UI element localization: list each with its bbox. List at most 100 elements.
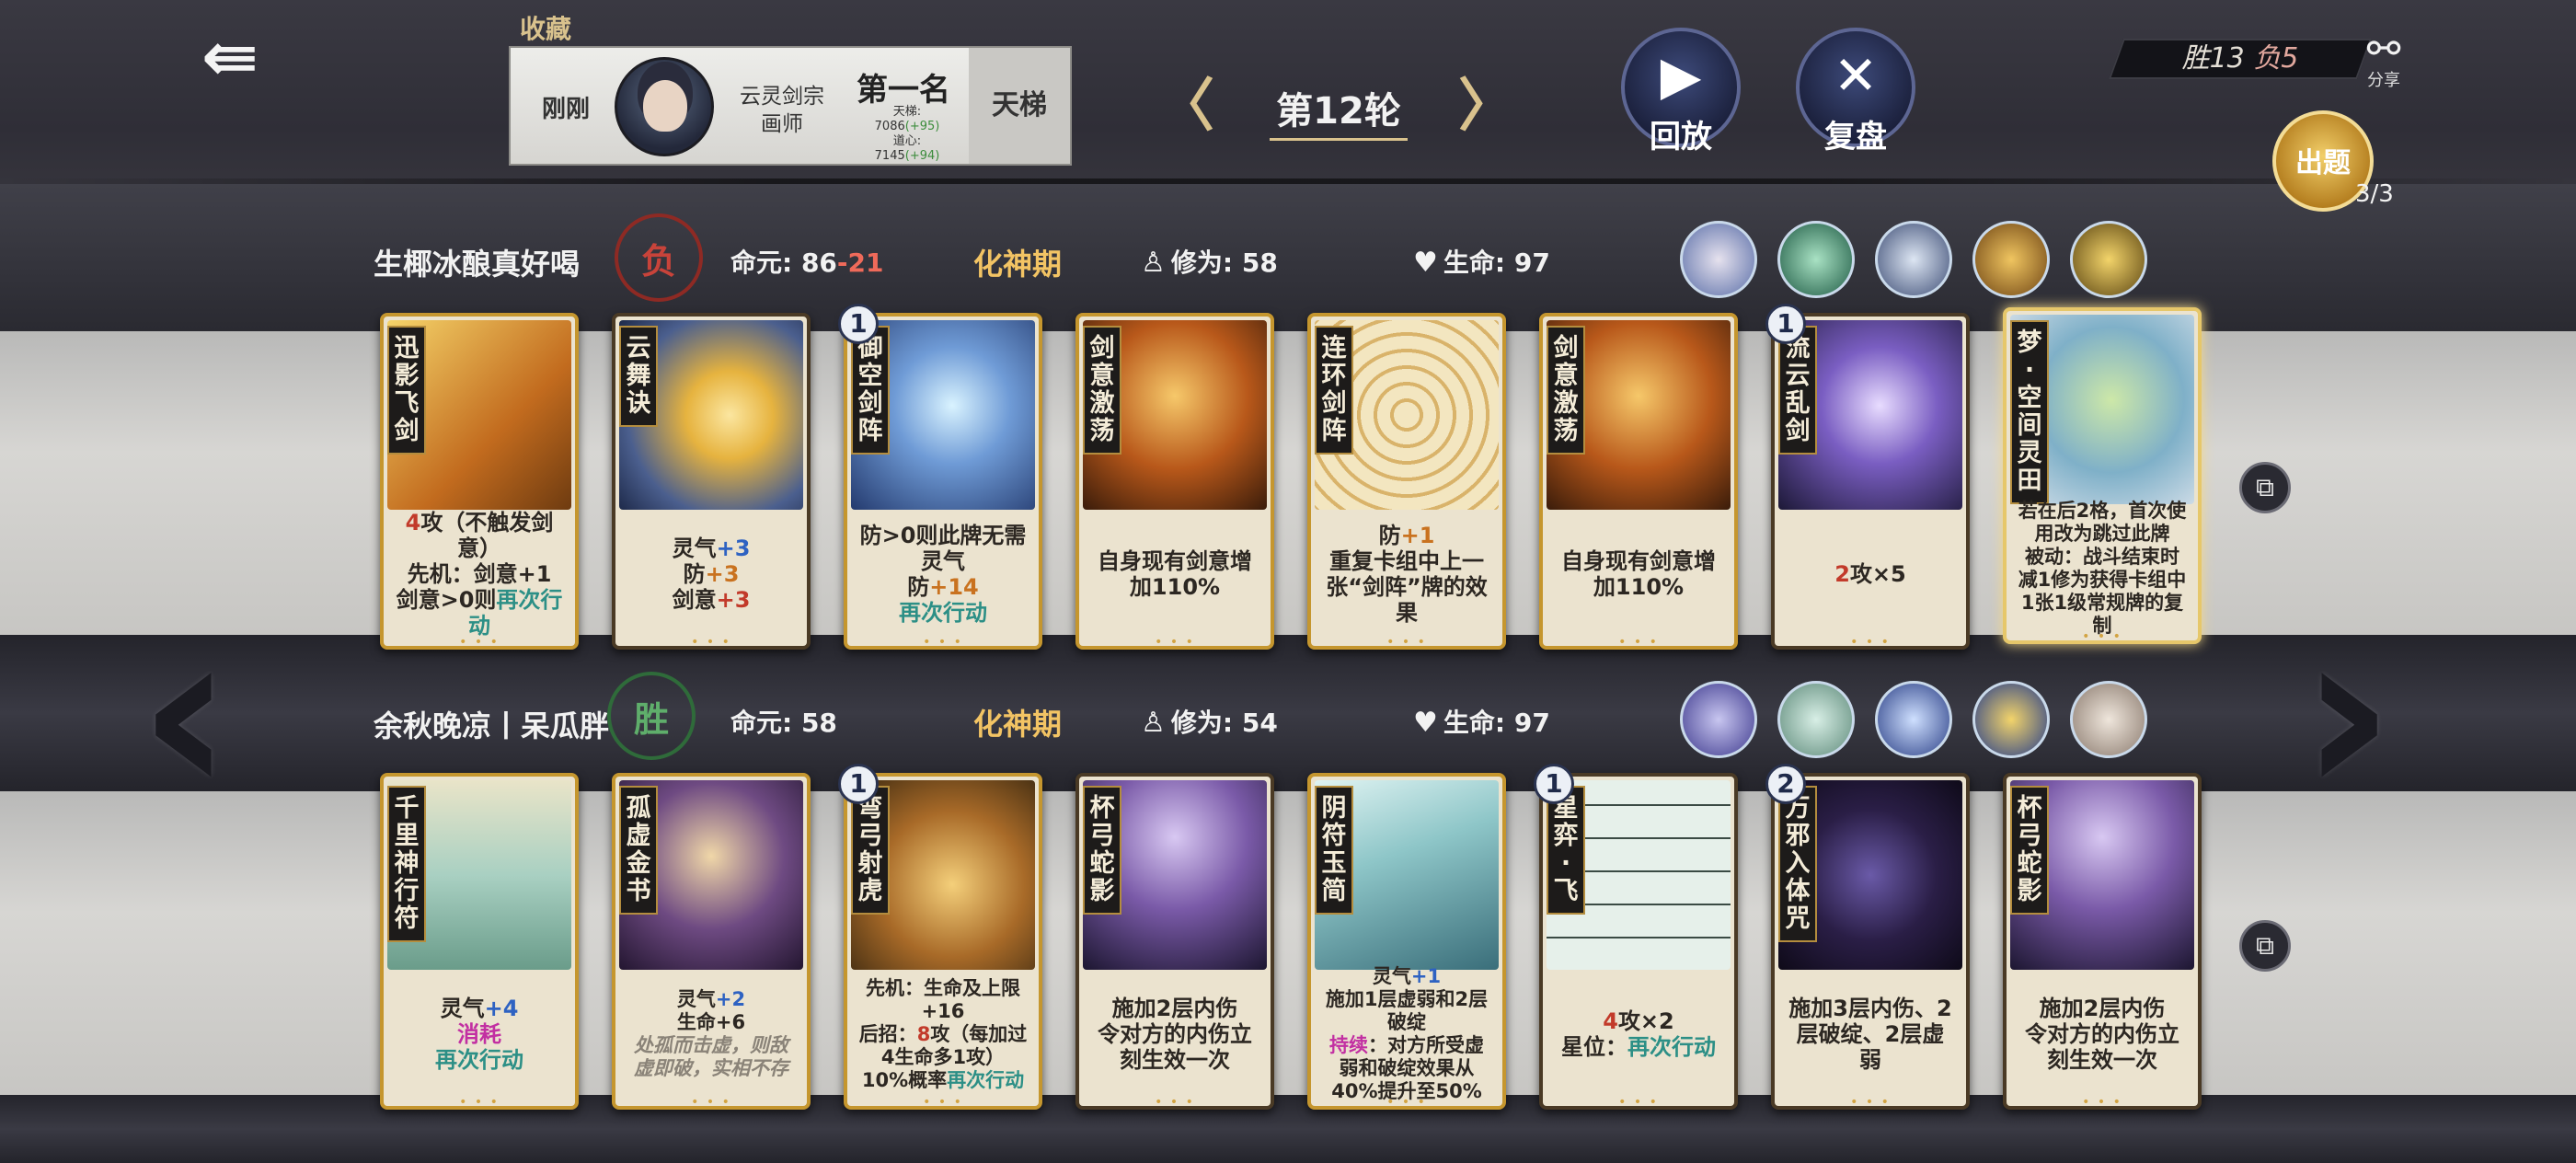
player-2-relic-scroll-icon[interactable] xyxy=(1680,681,1757,758)
card[interactable]: 弯弓射虎 先机：生命及上限+16 后招：8攻（每加过4生命多1攻） 10%概率再次行… xyxy=(838,764,1042,1110)
next-round-chevron-icon[interactable]: 〉 xyxy=(1458,77,1515,134)
card-description-segment: +3 xyxy=(716,535,751,561)
card-description: 4攻×2 星位：再次行动 xyxy=(1554,973,1723,1095)
prev-page-chevron-icon[interactable]: ‹ xyxy=(138,598,233,828)
mind-score-delta: (+94) xyxy=(904,149,940,163)
player-2-relic-portrait-icon[interactable] xyxy=(2070,681,2147,758)
card[interactable]: 星弈·飞 4攻×2 星位：再次行动 1 • • • xyxy=(1534,764,1738,1110)
ladder-score: 7086 xyxy=(874,120,905,133)
cultivation-label: 修为: xyxy=(1170,708,1234,738)
card[interactable]: 御空剑阵 防>0则此牌无需灵气 防+14 再次行动 1 • • • xyxy=(838,304,1042,650)
player-1-realm: 化神期 xyxy=(973,247,1063,282)
opponent-avatar[interactable] xyxy=(615,57,714,156)
card-description-segment: 再次行动 xyxy=(947,1068,1025,1091)
card-description-segment: +4 xyxy=(484,996,519,1021)
round-label: 第12轮 xyxy=(1270,81,1408,141)
card-name: 杯弓蛇影 xyxy=(2010,786,2049,915)
card[interactable]: 孤虚金书 灵气+2 生命+6 处孤而击虚，则敌虚即破，实相不存 • • • xyxy=(612,773,811,1110)
card-description-text: 施加2层内伤 令对方的内伤立刻生效一次 xyxy=(1090,996,1259,1073)
player-1-relic-portrait-icon[interactable] xyxy=(1875,221,1952,298)
card[interactable]: 杯弓蛇影 施加2层内伤 令对方的内伤立刻生效一次 • • • xyxy=(2003,773,2202,1110)
destiny-value: 58 xyxy=(800,708,837,738)
loss-count: 负5 xyxy=(2253,42,2299,75)
card-description-segment: 2 xyxy=(1834,561,1850,587)
card-rarity-dots: • • • xyxy=(1155,635,1195,650)
opponent-rank: 第一名 xyxy=(857,72,950,109)
card-rarity-dots: • • • xyxy=(923,1095,963,1110)
card-name: 星弈·飞 xyxy=(1547,786,1585,915)
back-arrow-icon[interactable]: ⇚ xyxy=(179,20,281,94)
player-1-relic-portrait-icon[interactable] xyxy=(1680,221,1757,298)
card-description-segment: 4 xyxy=(405,510,421,535)
card-description-segment: 消耗 xyxy=(457,1021,501,1047)
opponent-sect: 云灵剑宗 画师 xyxy=(722,83,842,138)
card-description-segment: 灵气 xyxy=(672,535,717,561)
opponent-title: 画师 xyxy=(761,112,803,136)
card-description-text: 4攻（不触发剑意） 先机：剑意+1 剑意>0则再次行动 xyxy=(395,510,564,639)
card-rarity-dots: • • • xyxy=(459,1095,500,1110)
card-description-text: 自身现有剑意增加110% xyxy=(1554,548,1723,600)
problem-button[interactable]: 出题 3/3 xyxy=(2272,110,2394,212)
card-description-segment: 灵气 xyxy=(1372,965,1411,987)
hp-value: 97 xyxy=(1513,248,1550,278)
player-2-cultivation: ♙ 修为: 54 xyxy=(1141,703,1278,740)
card-description: 施加2层内伤 令对方的内伤立刻生效一次 xyxy=(2018,973,2187,1095)
card-description-segment: 后招： xyxy=(858,1022,917,1045)
card[interactable]: 阴符玉简 灵气+1 施加1层虚弱和2层破绽 持续：对方所受虚弱和破绽效果从40%提升… xyxy=(1307,773,1506,1110)
card[interactable]: 云舞诀 灵气+3 防+3 剑意+3 • • • xyxy=(612,313,811,650)
card-name: 云舞诀 xyxy=(619,326,658,427)
card-description-text: 施加3层内伤、2层破绽、2层虚弱 xyxy=(1786,996,1955,1073)
card-rarity-dots: • • • xyxy=(691,1095,731,1110)
copy-deck-icon[interactable]: ⧉ xyxy=(2239,920,2291,972)
card-description-segment: 灵气 xyxy=(676,988,716,1010)
meditation-icon: ♙ xyxy=(1141,707,1166,739)
card[interactable]: 千里神行符 灵气+4 消耗 再次行动 • • • xyxy=(380,773,579,1110)
ladder-score-label: 天梯: xyxy=(892,105,922,119)
card[interactable]: 杯弓蛇影 施加2层内伤 令对方的内伤立刻生效一次 • • • xyxy=(1075,773,1274,1110)
card[interactable]: 迅影飞剑 4攻（不触发剑意） 先机：剑意+1 剑意>0则再次行动 • • • xyxy=(380,313,579,650)
player-1-cultivation: ♙ 修为: 58 xyxy=(1141,243,1278,280)
card-description-segment: +14 xyxy=(929,574,979,600)
player-2-relic-jade-slip-icon[interactable] xyxy=(1777,681,1855,758)
card[interactable]: 万邪入体咒 施加3层内伤、2层破绽、2层虚弱 2 • • • xyxy=(1765,764,1970,1110)
card[interactable]: 剑意激荡 自身现有剑意增加110% • • • xyxy=(1539,313,1738,650)
card-description-segment: 再次行动 xyxy=(1627,1034,1716,1060)
favorites-label[interactable]: 收藏 xyxy=(520,9,571,46)
card[interactable]: 梦·空间灵田 若在后2格，首次使用改为跳过此牌 被动：战斗结束时减1修为获得卡组中… xyxy=(2003,307,2202,644)
card-description-segment: 持续 xyxy=(1329,1034,1368,1056)
replay-button[interactable]: ▶ 回放 xyxy=(1621,28,1741,155)
prev-round-chevron-icon[interactable]: 〈 xyxy=(1157,77,1214,134)
player-2-name: 余秋晚凉丨呆瓜胖 xyxy=(374,708,610,743)
card[interactable]: 连环剑阵 防+1 重复卡组中上一张“剑阵”牌的效果 • • • xyxy=(1307,313,1506,650)
card-description-text: 若在后2格，首次使用改为跳过此牌 被动：战斗结束时减1修为获得卡组中1张1级常规牌… xyxy=(2018,500,2187,638)
card-rarity-dots: • • • xyxy=(923,635,963,650)
card[interactable]: 流云乱剑 2攻×5 1 • • • xyxy=(1765,304,1970,650)
card-description-segment: 再次行动 xyxy=(899,600,987,626)
copy-deck-icon[interactable]: ⧉ xyxy=(2239,462,2291,513)
play-icon: ▶ xyxy=(1660,44,1702,107)
card-description-text: 灵气+3 防+3 剑意+3 xyxy=(673,535,751,613)
match-time: 刚刚 xyxy=(542,96,591,123)
card-description: 施加2层内伤 令对方的内伤立刻生效一次 xyxy=(1090,973,1259,1095)
player-2-hp: ♥ 生命: 97 xyxy=(1413,703,1550,740)
player-1-relic-golden-blade-icon[interactable] xyxy=(1972,221,2050,298)
opponent-panel[interactable]: 刚刚 云灵剑宗 画师 第一名 天梯: 7086(+95) 道心: 7145(+94)… xyxy=(509,46,1072,166)
card-rarity-dots: • • • xyxy=(1386,635,1427,650)
player-2-destiny: 命元: 58 xyxy=(730,703,837,740)
card-level-badge: 1 xyxy=(1534,764,1574,804)
player-1-relic-jade-sword-icon[interactable] xyxy=(1777,221,1855,298)
player-2-relic-star-orb-icon[interactable] xyxy=(1875,681,1952,758)
share-button[interactable]: ⚯ 分享 xyxy=(2352,26,2416,109)
player-1-relic-golden-cross-icon[interactable] xyxy=(2070,221,2147,298)
next-page-chevron-icon[interactable]: › xyxy=(2300,598,2395,828)
card[interactable]: 剑意激荡 自身现有剑意增加110% • • • xyxy=(1075,313,1274,650)
card-description: 防>0则此牌无需灵气 防+14 再次行动 xyxy=(858,513,1028,635)
review-button[interactable]: ✕ 复盘 xyxy=(1796,28,1915,155)
win-count: 胜13 xyxy=(2181,42,2245,75)
card-description: 灵气+2 生命+6 处孤而击虚，则敌虚即破，实相不存 xyxy=(627,973,796,1095)
card-description-segment: 自身现有剑意增加110% xyxy=(1098,548,1252,600)
card-description-segment: 防 xyxy=(1378,523,1401,548)
card-description-segment: 若在后2格，首次使用改为跳过此牌 xyxy=(2018,500,2187,545)
card-rarity-dots: • • • xyxy=(2082,629,2122,644)
player-2-relic-taiji-icon[interactable] xyxy=(1972,681,2050,758)
